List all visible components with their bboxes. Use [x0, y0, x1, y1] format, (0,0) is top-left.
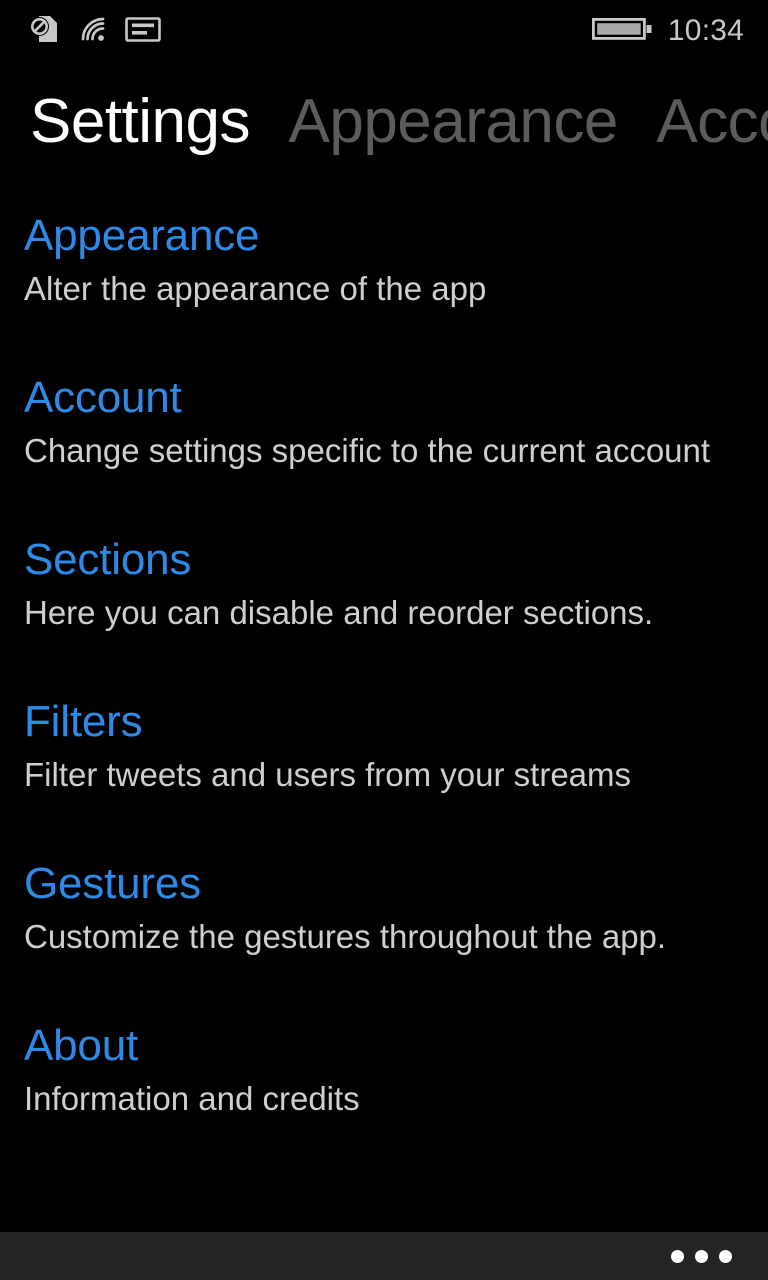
more-icon[interactable]: more — [667, 1242, 736, 1271]
settings-item-filters[interactable]: Filters Filter tweets and users from you… — [0, 694, 768, 800]
pivot-item-settings[interactable]: Settings — [30, 74, 251, 170]
battery-icon — [591, 14, 654, 49]
more-dot — [695, 1249, 708, 1263]
status-clock: 10:34 — [667, 14, 744, 47]
settings-item-title: About — [24, 1021, 138, 1070]
settings-item-title: Sections — [24, 535, 192, 584]
settings-item-title: Account — [24, 373, 182, 422]
phone-screen: 10:34 Settings Appearance Accoun Appeara… — [0, 0, 768, 1280]
status-bar: 10:34 — [0, 0, 768, 62]
settings-item-title: Filters — [24, 697, 143, 746]
settings-list: Appearance Alter the appearance of the a… — [0, 208, 768, 1124]
settings-item-title: Appearance — [24, 211, 260, 260]
settings-item-appearance[interactable]: Appearance Alter the appearance of the a… — [0, 208, 768, 314]
sim-card-icon — [124, 12, 162, 51]
more-dot — [719, 1249, 732, 1263]
no-sim-icon — [28, 12, 62, 51]
settings-item-subtitle: Here you can disable and reorder section… — [24, 594, 654, 631]
settings-item-account[interactable]: Account Change settings specific to the … — [0, 370, 768, 476]
app-bar: more — [0, 1232, 768, 1280]
settings-item-subtitle: Customize the gestures throughout the ap… — [24, 918, 667, 955]
settings-item-subtitle: Alter the appearance of the app — [24, 270, 487, 307]
settings-item-subtitle: Information and credits — [24, 1080, 360, 1117]
more-dot — [671, 1249, 684, 1263]
status-bar-right: 10:34 — [591, 14, 744, 49]
status-bar-left-icons — [28, 12, 162, 51]
settings-item-about[interactable]: About Information and credits — [0, 1018, 768, 1124]
settings-item-subtitle: Change settings specific to the current … — [24, 432, 711, 469]
settings-item-title: Gestures — [24, 859, 201, 908]
pivot-item-appearance[interactable]: Appearance — [288, 74, 618, 170]
settings-item-subtitle: Filter tweets and users from your stream… — [24, 756, 632, 793]
settings-item-sections[interactable]: Sections Here you can disable and reorde… — [0, 532, 768, 638]
wifi-icon — [76, 12, 110, 51]
pivot-item-account[interactable]: Accoun — [656, 74, 768, 170]
pivot-header[interactable]: Settings Appearance Accoun — [0, 74, 768, 170]
settings-item-gestures[interactable]: Gestures Customize the gestures througho… — [0, 856, 768, 962]
